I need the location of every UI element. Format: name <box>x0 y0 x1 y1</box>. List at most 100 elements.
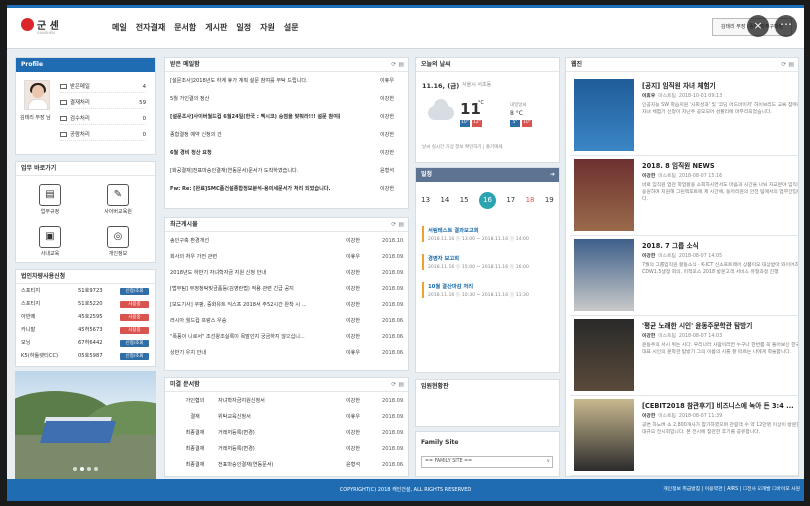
shortcut-internal-education[interactable]: ▣ 사내교육 <box>30 226 70 257</box>
profile-row-circulation[interactable]: 공람처리 0 <box>60 130 146 141</box>
pending-row[interactable]: 가인협의 자녀학자금지원신청서 이강한 2018.09.18 <box>170 396 404 407</box>
news-item[interactable]: '평균 노래한 시인' 윤동주문학관 탐방기 이강한 마스트팀 2018-08-07 … <box>570 316 798 396</box>
arrow-right-icon[interactable]: ➜ <box>550 168 555 181</box>
banner-dots[interactable] <box>73 467 101 471</box>
calendar-day[interactable]: 13 <box>421 196 430 204</box>
car-status-badge[interactable]: 신청/조회 <box>120 353 149 360</box>
profile-row-mail[interactable]: 받은메일 4 <box>60 82 146 93</box>
nav-approval[interactable]: 전자결재 <box>136 22 165 33</box>
news-item[interactable]: 2018. 7 그룹 소식 이강한 마스트팀 2018-08-07 14:05 7월의 … <box>570 236 798 316</box>
pending-title[interactable]: 거래처등록(변경) <box>218 444 255 455</box>
post-title[interactable]: 2018년도 하반기 자녀학자금 지원 신청 안내 <box>170 268 332 279</box>
profile-row-approval[interactable]: 결재처리 59 <box>60 98 146 109</box>
mail-title[interactable]: [설문조사]사이버월드컵 6월24일(한국 : 멕시코) 승점을 맞춰라!!! … <box>170 112 340 123</box>
car-status-badge[interactable]: 사용중 <box>120 301 149 308</box>
news-title[interactable]: '평균 노래한 시인' 윤동주문학관 탐방기 <box>642 320 752 330</box>
post-row[interactable]: [보도기사] 쿠팡, 중화유트 익스프 2018서 주52시간 완착 시 ...… <box>170 300 404 311</box>
refresh-icon[interactable]: ⟳ ▤ <box>391 378 404 391</box>
news-thumbnail[interactable] <box>574 239 634 311</box>
profile-row-inspect[interactable]: 검수처리 0 <box>60 114 146 125</box>
refresh-icon[interactable]: ⟳ ▤ <box>781 58 794 71</box>
news-thumbnail[interactable] <box>574 399 634 471</box>
shortcut-regulations[interactable]: ▤ 업무규정 <box>30 184 70 215</box>
post-title[interactable]: 상반기 우치 안내 <box>170 348 332 359</box>
post-title[interactable]: 러시아 월드컵 프랑스 우승 <box>170 316 332 327</box>
shortcut-privacy[interactable]: ◎ 개인정보 <box>98 226 138 257</box>
pending-title[interactable]: 위탁교육신청서 <box>218 412 251 423</box>
calendar-day[interactable]: 17 <box>506 196 515 204</box>
nav-mail[interactable]: 메일 <box>112 22 127 33</box>
news-title[interactable]: [공지] 임직원 자녀 체험기 <box>642 80 716 90</box>
weather-note[interactable]: 날씨 실시간 기상 정보 확인하기 | 출기에세 <box>422 144 502 150</box>
post-row[interactable]: [법무팀] 부정청탁및금품등(김영란법) 적용 관련 긴급 공지 이강한 2018.… <box>170 284 404 295</box>
pending-title[interactable]: 전표마승인결재(연동문서) <box>218 460 274 471</box>
mail-row[interactable]: 6월 경비 정산 요청 이강한 <box>170 148 404 159</box>
pending-row[interactable]: 결재 위탁교육신청서 이휴우 2018.09.18 <box>170 412 404 423</box>
refresh-icon[interactable]: ⟳ ▤ <box>391 218 404 231</box>
pending-row[interactable]: 최종결재 전표마승인결재(연동문서) 윤형석 2018.06.22 <box>170 460 404 471</box>
nav-documents[interactable]: 문서함 <box>174 22 196 33</box>
close-icon[interactable]: × <box>747 15 769 37</box>
car-status-badge[interactable]: 신청/조회 <box>120 288 149 295</box>
nav-schedule[interactable]: 일정 <box>236 22 251 33</box>
mail-title[interactable]: [화공결재]전표마승인결재(연동문서)문서가 도착하였습니다. <box>170 166 340 177</box>
post-row[interactable]: 회사의 처우 가전 관련 이휴우 2018.09.28 <box>170 252 404 263</box>
nav-resources[interactable]: 자원 <box>260 22 275 33</box>
refresh-icon[interactable]: ⟳ ▤ <box>391 58 404 71</box>
mail-row[interactable]: [설문조사]사이버월드컵 6월24일(한국 : 멕시코) 승점을 맞춰라!!! … <box>170 112 404 123</box>
calendar-day[interactable]: 18 <box>526 196 535 204</box>
post-title[interactable]: "폭풍이 니로서" 조선왕조실록이 목말인지 궁금하지 않으십니... <box>170 332 332 343</box>
nav-survey[interactable]: 설문 <box>284 22 299 33</box>
pending-row[interactable]: 최종결재 거래처등록(변경) 이강한 2018.09.10 <box>170 428 404 439</box>
news-item[interactable]: [공지] 임직원 자녀 체험기 이휴우 마스트팀 2018-10-01 09:13 인공… <box>570 76 798 156</box>
shortcut-cyber-education[interactable]: ✎ 사이버교육원 <box>98 184 138 215</box>
news-item[interactable]: 2018. 8 임직원 NEWS 이강한 마스트팀 2018-08-07 15:16 바… <box>570 156 798 236</box>
schedule-item[interactable]: 경영자 보고회 2018.11.16 ⓢ 15:00 ~ 2018.11.16 ⓢ… <box>422 254 552 270</box>
mail-row[interactable]: Fw: Re: [완료]SMC품건설종합정보분석-용의세문서가 처리 되었습니다… <box>170 184 404 195</box>
calendar-day[interactable]: 16 <box>478 191 496 209</box>
mail-title[interactable]: 6월 경비 정산 요청 <box>170 148 340 159</box>
pending-title: 미결 문서함 ⟳ ▤ <box>165 378 408 392</box>
mail-title[interactable]: 종합결정 예약 신청의 건 <box>170 130 340 141</box>
car-status-badge[interactable]: 사용중 <box>120 327 149 334</box>
post-title[interactable]: 송인구축 환경개선 <box>170 236 332 247</box>
mail-row[interactable]: [화공결재]전표마승인결재(연동문서)문서가 도착하였습니다. 윤형석 <box>170 166 404 177</box>
schedule-item[interactable]: 서림테스트 결과보고회 2018.11.16 ⓢ 13:00 ~ 2018.11.… <box>422 226 552 242</box>
news-thumbnail[interactable] <box>574 79 634 151</box>
calendar-day[interactable]: 14 <box>440 196 449 204</box>
news-item[interactable]: [CEBIT2018 참관후기] 비즈니스에 녹아 든 3:4 ... 이강한 마스… <box>570 396 798 476</box>
post-row[interactable]: 상반기 우치 안내 이휴우 2018.06.29 <box>170 348 404 359</box>
company-logo[interactable]: 군 셴 GUNSHEN <box>21 17 59 35</box>
footer-links[interactable]: 개인정보 취급방침 | 이용약관 | AIRS | ☐전사 ☑개발 ☐바이오 사… <box>663 479 800 501</box>
pending-title[interactable]: 거래처등록(변경) <box>218 428 255 439</box>
post-title[interactable]: 회사의 처우 가전 관련 <box>170 252 332 263</box>
company-building-banner[interactable] <box>15 371 156 479</box>
mail-title[interactable]: 5월 거인결의 정산 <box>170 94 340 105</box>
post-row[interactable]: 송인구축 환경개선 이강한 2018.10.01 <box>170 236 404 247</box>
car-status-badge[interactable]: 신청/조회 <box>120 340 149 347</box>
news-thumbnail[interactable] <box>574 159 634 231</box>
news-title[interactable]: [CEBIT2018 참관후기] 비즈니스에 녹아 든 3:4 ... <box>642 400 794 410</box>
mail-row[interactable]: [설문조사]2018년도 하계 휴가 계획 설문 참여를 부탁 드립니다. 이휴우 <box>170 76 404 87</box>
schedule-item[interactable]: 10월 결산마감 처리 2018.11.16 ⓢ 10:30 ~ 2018.11.… <box>422 282 552 298</box>
mail-row[interactable]: 종합결정 예약 신청의 건 이강한 <box>170 130 404 141</box>
post-title[interactable]: [법무팀] 부정청탁및금품등(김영란법) 적용 관련 긴급 공지 <box>170 284 332 295</box>
calendar-day[interactable]: 19 <box>545 196 554 204</box>
post-row[interactable]: 러시아 월드컵 프랑스 우승 이강한 2018.06.29 <box>170 316 404 327</box>
mail-title[interactable]: Fw: Re: [완료]SMC품건설종합정보분석-용의세문서가 처리 되었습니다… <box>170 184 340 195</box>
pending-title[interactable]: 자녀학자금지원신청서 <box>218 396 265 407</box>
pending-row[interactable]: 최종결재 거래처등록(변경) 이강한 2018.09.10 <box>170 444 404 455</box>
news-thumbnail[interactable] <box>574 319 634 391</box>
post-row[interactable]: 2018년도 하반기 자녀학자금 지원 신청 안내 이강한 2018.09.14 <box>170 268 404 279</box>
calendar-day[interactable]: 15 <box>460 196 469 204</box>
family-site-select[interactable]: == FAMILY SITE == ∨ <box>421 456 553 468</box>
news-title[interactable]: 2018. 7 그룹 소식 <box>642 240 699 250</box>
car-status-badge[interactable]: 사용중 <box>120 314 149 321</box>
more-options-icon[interactable]: ⋯ <box>775 15 797 37</box>
post-title[interactable]: [보도기사] 쿠팡, 중화유트 익스프 2018서 주52시간 완착 시 ... <box>170 300 332 311</box>
post-row[interactable]: "폭풍이 니로서" 조선왕조실록이 목말인지 궁금하지 않으십니... 이강한 20… <box>170 332 404 343</box>
mail-title[interactable]: [설문조사]2018년도 하계 휴가 계획 설문 참여를 부탁 드립니다. <box>170 76 340 87</box>
nav-board[interactable]: 게시판 <box>205 22 227 33</box>
news-title[interactable]: 2018. 8 임직원 NEWS <box>642 160 715 170</box>
mail-row[interactable]: 5월 거인결의 정산 이강한 <box>170 94 404 105</box>
